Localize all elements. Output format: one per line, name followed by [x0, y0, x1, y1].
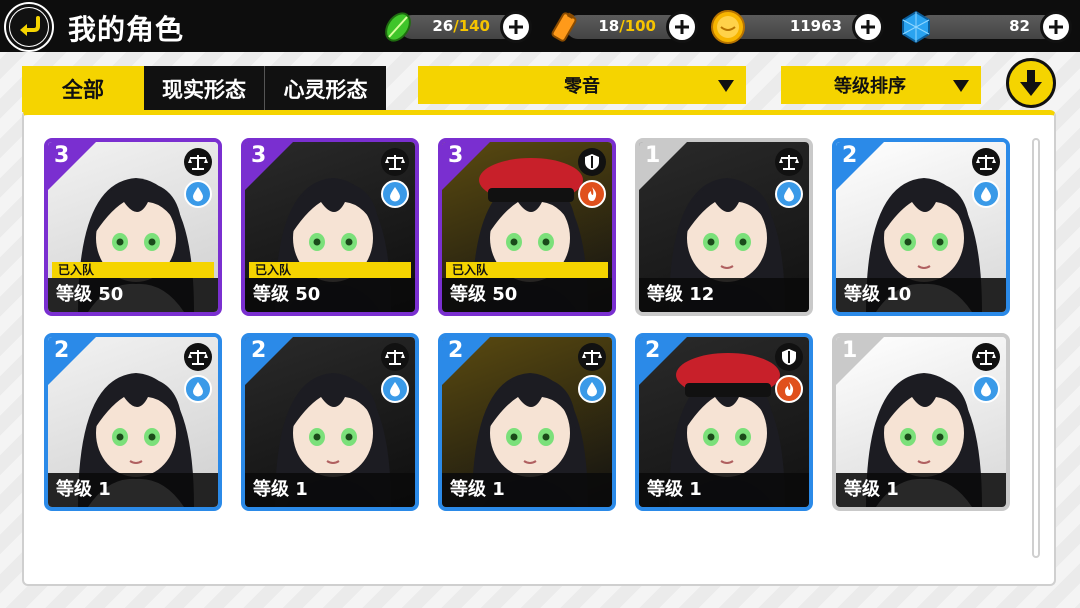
add-coins-button[interactable] [852, 11, 884, 43]
water-element-icon [381, 180, 409, 208]
rank-number: 2 [448, 338, 464, 363]
plus-icon [509, 20, 523, 34]
rank-number: 3 [448, 143, 464, 168]
fire-element-icon [775, 375, 803, 403]
battery-icon [546, 9, 582, 45]
level-label: 等级 50 [245, 278, 415, 312]
level-label: 等级 1 [48, 473, 218, 507]
level-label: 等级 50 [48, 278, 218, 312]
shield-icon [775, 343, 803, 371]
rank-number: 2 [645, 338, 661, 363]
rank-number: 1 [842, 338, 858, 363]
character-card[interactable]: 2 等级 1 [241, 333, 419, 511]
plus-icon [675, 20, 689, 34]
in-team-tag: 已入队 [52, 262, 214, 278]
rank-number: 3 [251, 143, 267, 168]
plus-icon [1049, 20, 1063, 34]
tab-reality-form[interactable]: 现实形态 [144, 66, 264, 112]
add-stamina-button[interactable] [500, 11, 532, 43]
dropdown-arrow-icon [953, 80, 969, 92]
rank-number: 1 [645, 143, 661, 168]
balance-icon [972, 148, 1000, 176]
sort-dropdown[interactable]: 等级排序 [781, 66, 981, 104]
character-filter-value: 零音 [564, 76, 600, 97]
energy-counter: 18/100 [546, 9, 698, 43]
water-element-icon [972, 375, 1000, 403]
level-label: 等级 1 [836, 473, 1006, 507]
coin-icon [710, 9, 746, 45]
water-element-icon [184, 180, 212, 208]
balance-icon [775, 148, 803, 176]
tab-all[interactable]: 全部 [22, 66, 144, 112]
water-element-icon [381, 375, 409, 403]
character-card[interactable]: 3 已入队 等级 50 [241, 138, 419, 316]
back-arrow-icon [10, 8, 48, 46]
character-card[interactable]: 3 已入队 等级 50 [438, 138, 616, 316]
character-card[interactable]: 2 等级 1 [635, 333, 813, 511]
tab-mind-form[interactable]: 心灵形态 [264, 66, 386, 112]
balance-icon [972, 343, 1000, 371]
balance-icon [578, 343, 606, 371]
form-tabs: 全部 现实形态 心灵形态 [22, 66, 386, 112]
level-label: 等级 1 [245, 473, 415, 507]
leaf-energy-icon [380, 9, 416, 45]
water-element-icon [578, 375, 606, 403]
character-card[interactable]: 2 等级 1 [44, 333, 222, 511]
water-element-icon [972, 180, 1000, 208]
balance-icon [184, 148, 212, 176]
balance-icon [381, 343, 409, 371]
rank-number: 2 [251, 338, 267, 363]
back-button[interactable] [6, 4, 52, 50]
character-card[interactable]: 1 等级 1 [832, 333, 1010, 511]
character-card[interactable]: 3 已入队 等级 50 [44, 138, 222, 316]
water-element-icon [184, 375, 212, 403]
stamina-counter: 26/140 [380, 9, 532, 43]
balance-icon [184, 343, 212, 371]
add-energy-button[interactable] [666, 11, 698, 43]
level-label: 等级 10 [836, 278, 1006, 312]
add-gems-button[interactable] [1040, 11, 1072, 43]
character-card[interactable]: 1 等级 12 [635, 138, 813, 316]
character-card[interactable]: 2 等级 1 [438, 333, 616, 511]
page-title: 我的角色 [68, 13, 185, 46]
rank-number: 2 [54, 338, 70, 363]
shield-icon [578, 148, 606, 176]
plus-icon [861, 20, 875, 34]
level-label: 等级 1 [442, 473, 612, 507]
rank-number: 2 [842, 143, 858, 168]
balance-icon [381, 148, 409, 176]
level-label: 等级 50 [442, 278, 612, 312]
dropdown-arrow-icon [718, 80, 734, 92]
character-card[interactable]: 2 等级 10 [832, 138, 1010, 316]
blue-gem-icon [898, 9, 934, 45]
rank-number: 3 [54, 143, 70, 168]
water-element-icon [775, 180, 803, 208]
sort-value: 等级排序 [834, 76, 906, 97]
fire-element-icon [578, 180, 606, 208]
sort-order-button[interactable] [1006, 58, 1056, 108]
arrow-down-icon [1020, 70, 1042, 96]
scrollbar[interactable] [1032, 138, 1040, 558]
top-bar: 我的角色 26/140 18/100 11963 82 [0, 0, 1080, 52]
character-filter-dropdown[interactable]: 零音 [418, 66, 746, 104]
gem-counter: 82 [898, 9, 1072, 45]
in-team-tag: 已入队 [446, 262, 608, 278]
coin-counter: 11963 [710, 9, 884, 45]
level-label: 等级 1 [639, 473, 809, 507]
in-team-tag: 已入队 [249, 262, 411, 278]
level-label: 等级 12 [639, 278, 809, 312]
